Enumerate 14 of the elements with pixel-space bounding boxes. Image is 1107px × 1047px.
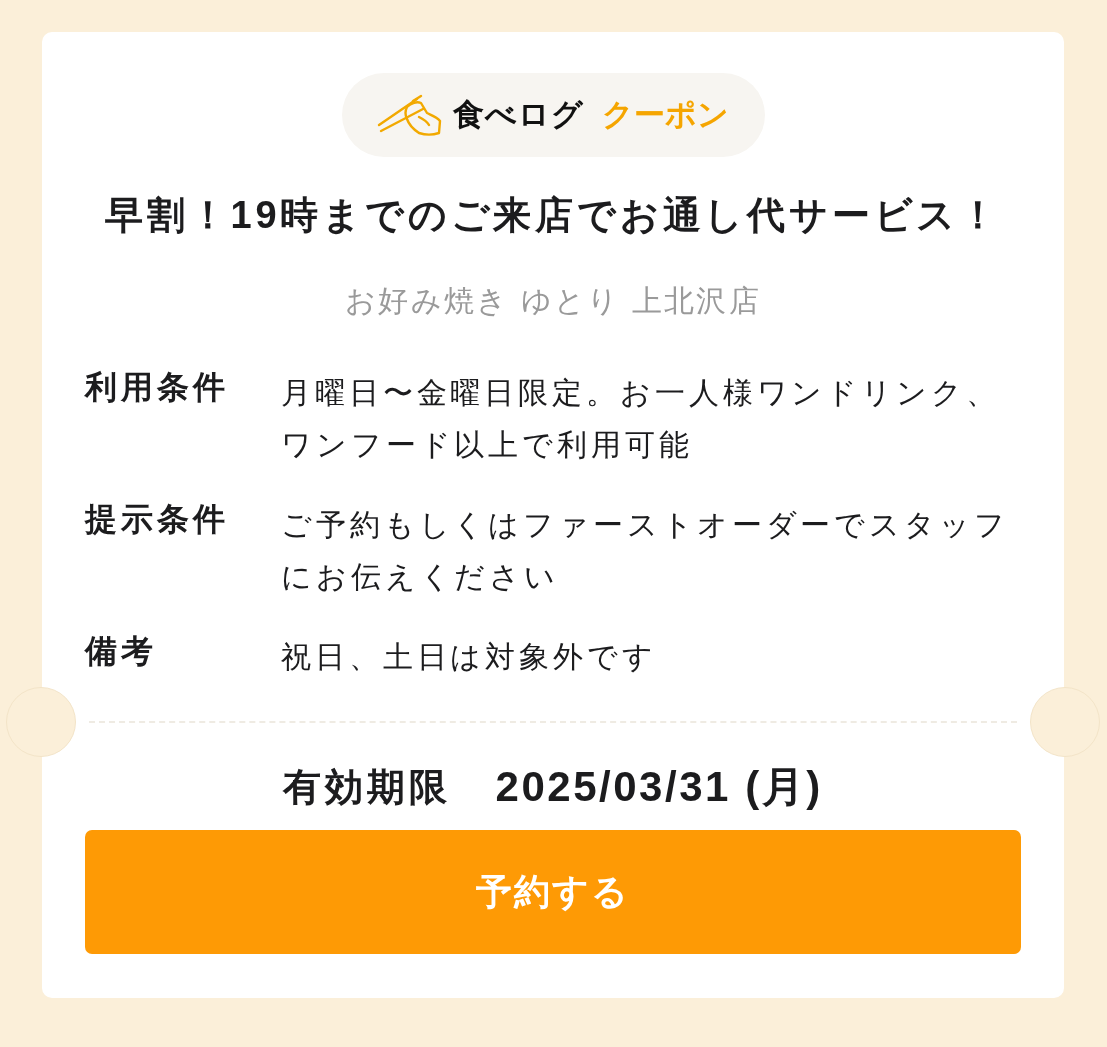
coupon-label: クーポン	[602, 95, 730, 134]
expiry-label: 有効期限	[283, 765, 451, 810]
chopsticks-hand-icon	[376, 93, 443, 137]
condition-value: ご予約もしくはファーストオーダーでスタッフにお伝えください	[281, 507, 1010, 595]
brand-logo-text: 食べログ	[452, 95, 585, 134]
condition-value: 祝日、土日は対象外です	[281, 639, 658, 675]
coupon-title: 早割！19時までのご来店でお通し代サービス！	[105, 193, 1001, 238]
condition-label: 備考	[85, 632, 159, 671]
condition-label: 提示条件	[85, 500, 231, 539]
shop-name: お好み焼き ゆとり 上北沢店	[344, 283, 762, 319]
condition-value: 月曜日〜金曜日限定。お一人様ワンドリンク、ワンフード以上で利用可能	[281, 375, 1001, 463]
condition-label: 利用条件	[85, 368, 231, 407]
reserve-button[interactable]: 予約する	[85, 830, 1021, 954]
expiry-date: 2025/03/31 (月)	[495, 763, 823, 811]
